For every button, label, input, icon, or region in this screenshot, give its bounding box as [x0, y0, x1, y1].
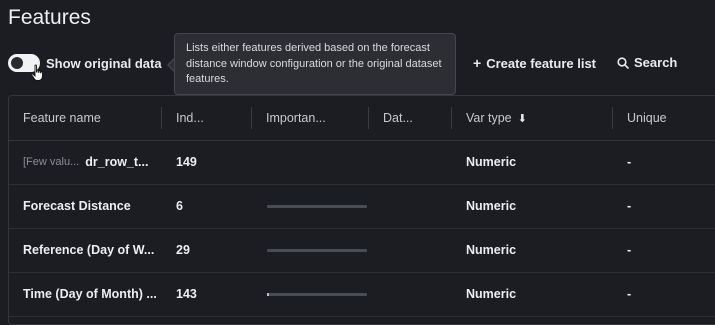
plus-icon: +: [473, 55, 482, 71]
tooltip: Lists either features derived based on t…: [174, 33, 456, 95]
var-type-cell: Numeric: [466, 243, 517, 257]
column-importance[interactable]: Importan...: [266, 96, 326, 140]
create-feature-list-label: Create feature list: [486, 55, 597, 71]
column-separator[interactable]: [161, 107, 162, 129]
unique-cell: -: [627, 155, 632, 169]
index-cell: 6: [176, 199, 183, 213]
feature-name-cell[interactable]: Time (Day of Month) ...: [23, 272, 163, 316]
table-row[interactable]: [Few valu... dr_row_t... 149 Numeric -: [9, 140, 715, 185]
column-separator[interactable]: [612, 107, 613, 129]
column-var-type[interactable]: Var type ⬇: [466, 96, 527, 140]
hand-cursor-icon: [31, 64, 43, 81]
importance-bar: [267, 293, 367, 296]
feature-name-cell[interactable]: Forecast Distance: [23, 184, 163, 228]
column-separator[interactable]: [368, 107, 369, 129]
index-cell: 143: [176, 287, 197, 301]
unique-cell: -: [627, 243, 632, 257]
create-feature-list-button[interactable]: + Create feature list: [473, 55, 596, 71]
table-row[interactable]: Forecast Distance 6 Numeric -: [9, 184, 715, 229]
index-cell: 29: [176, 243, 190, 257]
table-row[interactable]: Time (Day of Month) ... 143 Numeric -: [9, 272, 715, 317]
column-index[interactable]: Ind...: [176, 96, 204, 140]
toggle-label: Show original data: [46, 55, 162, 71]
search-icon: [617, 56, 629, 69]
importance-bar: [267, 249, 367, 252]
column-feature-name[interactable]: Feature name: [23, 96, 101, 140]
var-type-cell: Numeric: [466, 199, 517, 213]
feature-name-cell[interactable]: [Few valu... dr_row_t...: [23, 140, 163, 184]
table-header: Feature name Ind... Importan... Dat... V…: [9, 96, 715, 141]
column-data[interactable]: Dat...: [383, 96, 413, 140]
importance-bar: [267, 205, 367, 208]
column-unique[interactable]: Unique: [627, 96, 667, 140]
features-table: Feature name Ind... Importan... Dat... V…: [8, 95, 715, 325]
importance-bar-fill: [267, 293, 269, 296]
page-title: Features: [8, 6, 91, 29]
index-cell: 149: [176, 155, 197, 169]
toggle-knob: [11, 57, 23, 69]
search-button[interactable]: Search: [617, 55, 677, 70]
column-separator[interactable]: [251, 107, 252, 129]
var-type-cell: Numeric: [466, 287, 517, 301]
sort-down-icon[interactable]: ⬇: [518, 112, 527, 125]
unique-cell: -: [627, 287, 632, 301]
feature-name: dr_row_t...: [85, 155, 149, 169]
tooltip-text: Lists either features derived based on t…: [186, 42, 442, 85]
search-label: Search: [634, 55, 678, 70]
table-row[interactable]: Reference (Day of W... 29 Numeric -: [9, 228, 715, 273]
feature-name-cell[interactable]: Reference (Day of W...: [23, 228, 163, 272]
column-separator[interactable]: [451, 107, 452, 129]
unique-cell: -: [627, 199, 632, 213]
var-type-cell: Numeric: [466, 155, 517, 169]
feature-prefix: [Few valu...: [23, 156, 80, 168]
